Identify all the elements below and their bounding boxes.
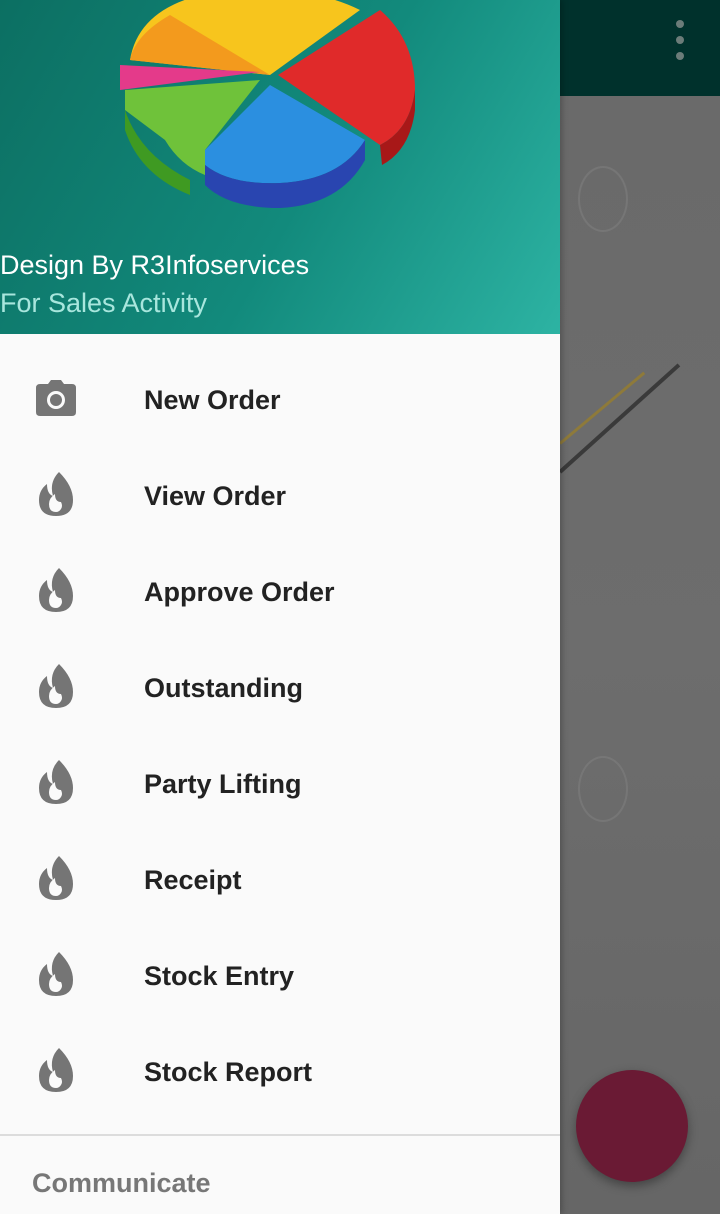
- menu-item-stock-entry[interactable]: Stock Entry: [0, 928, 560, 1024]
- menu-item-approve-order[interactable]: Approve Order: [0, 544, 560, 640]
- flame-icon: [36, 952, 76, 996]
- menu-item-label: View Order: [144, 481, 287, 511]
- flame-icon: [36, 664, 76, 708]
- navigation-drawer: Design By R3Infoservices For Sales Activ…: [0, 0, 560, 1214]
- drawer-header: Design By R3Infoservices For Sales Activ…: [0, 0, 560, 334]
- menu-item-label: Stock Report: [144, 1057, 313, 1087]
- flame-icon: [36, 856, 76, 900]
- flame-icon: [36, 760, 76, 804]
- menu-item-label: Outstanding: [144, 673, 303, 703]
- menu-item-label: Party Lifting: [144, 769, 302, 799]
- camera-icon: [36, 376, 76, 420]
- menu-item-receipt[interactable]: Receipt: [0, 832, 560, 928]
- flame-icon: [36, 568, 76, 612]
- menu-item-new-order[interactable]: New Order: [0, 352, 560, 448]
- menu-item-label: Receipt: [144, 865, 242, 895]
- header-title: Design By R3Infoservices: [0, 250, 310, 280]
- menu-item-label: Approve Order: [144, 577, 335, 607]
- overflow-menu-icon[interactable]: [668, 20, 692, 60]
- menu-item-label: Stock Entry: [144, 961, 295, 991]
- header-subtitle: For Sales Activity: [0, 288, 208, 318]
- divider: [0, 1134, 560, 1136]
- background-decoration: [578, 756, 628, 822]
- pie-chart-logo: [120, 0, 415, 208]
- drawer-menu: New Order View Order Approve Order Outst…: [0, 352, 560, 1120]
- background-decoration: [578, 166, 628, 232]
- menu-item-label: New Order: [144, 385, 281, 415]
- floating-action-button[interactable]: [576, 1070, 688, 1182]
- menu-item-party-lifting[interactable]: Party Lifting: [0, 736, 560, 832]
- menu-item-stock-report[interactable]: Stock Report: [0, 1024, 560, 1120]
- flame-icon: [36, 1048, 76, 1092]
- menu-item-view-order[interactable]: View Order: [0, 448, 560, 544]
- menu-item-outstanding[interactable]: Outstanding: [0, 640, 560, 736]
- flame-icon: [36, 472, 76, 516]
- section-title: Communicate: [32, 1168, 211, 1198]
